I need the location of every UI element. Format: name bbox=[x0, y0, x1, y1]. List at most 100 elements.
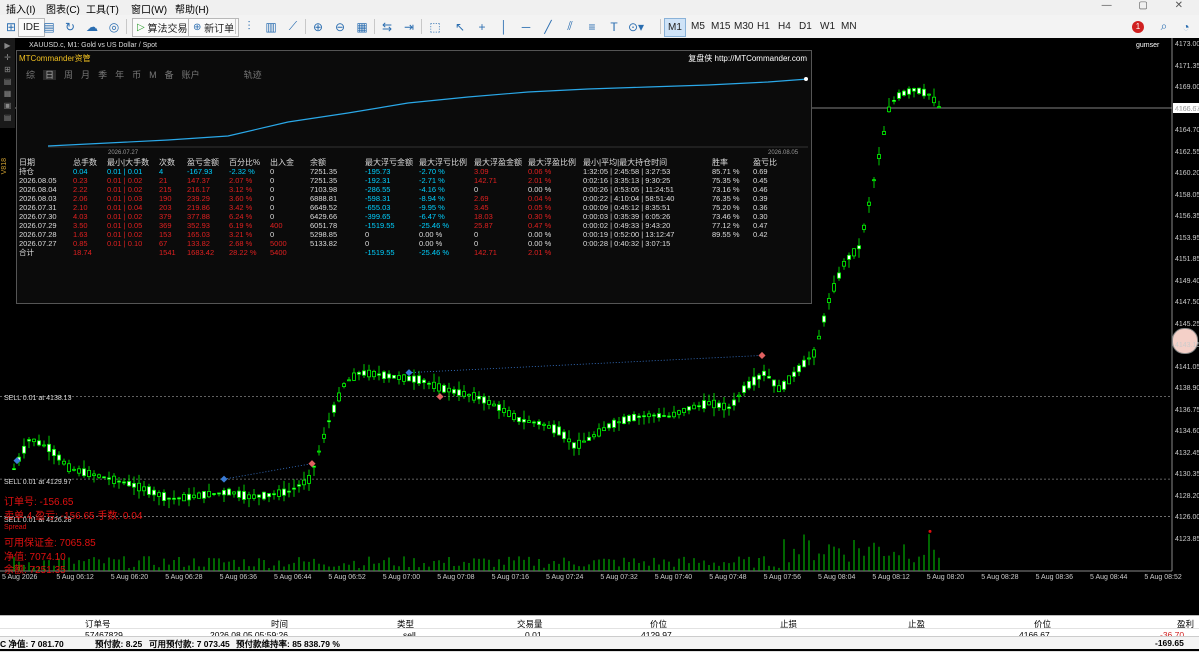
menu-help[interactable]: 帮助(H) bbox=[175, 1, 209, 16]
tf-mn[interactable]: MN bbox=[838, 18, 860, 35]
cursor-icon[interactable]: ↖ bbox=[451, 18, 469, 35]
horizontal-line-icon[interactable]: ─ bbox=[517, 18, 535, 35]
tf-h1[interactable]: H1 bbox=[754, 18, 773, 35]
autoscroll-icon[interactable]: ⇆ bbox=[378, 18, 396, 35]
mtc-brand[interactable]: 复盘侠 http://MTCommander.com bbox=[688, 53, 807, 64]
trend-line-icon[interactable]: ╱ bbox=[539, 18, 557, 35]
notification-icon[interactable]: 1 bbox=[1128, 18, 1148, 35]
mtc-cell: 190 bbox=[159, 194, 172, 203]
globe-icon[interactable]: ◎ bbox=[105, 18, 123, 35]
menu-chart[interactable]: 图表(C) bbox=[46, 1, 80, 16]
line-chart-icon[interactable]: ⟋ bbox=[284, 18, 302, 35]
trade-connector bbox=[223, 463, 313, 480]
candle-body bbox=[732, 399, 736, 406]
indicator-tag: V818 bbox=[1, 158, 8, 175]
mtc-cell: 6888.81 bbox=[310, 194, 338, 203]
order-line-label[interactable]: SELL 0.01 at 4138.13 bbox=[4, 395, 71, 402]
mtc-row: 合计 18.74 1541 1683.42 28.22 % 5400 -1519.55 -25… bbox=[19, 248, 783, 257]
mtc-cell: 1683.42 bbox=[187, 248, 215, 257]
tf-d1[interactable]: D1 bbox=[796, 18, 815, 35]
candle-body bbox=[562, 431, 566, 440]
window-controls[interactable]: — ▢ ✕ bbox=[1102, 0, 1195, 11]
fibonacci-icon[interactable]: ≡ bbox=[583, 18, 601, 35]
candle-body bbox=[512, 412, 516, 421]
mtc-cell: 0.23 bbox=[73, 176, 88, 185]
time-axis-label: 5 Aug 06:44 bbox=[274, 574, 312, 581]
new-order-button[interactable]: ⊕ 新订单 bbox=[188, 18, 240, 37]
cloud-icon[interactable]: ☁ bbox=[83, 18, 101, 35]
menu-tools[interactable]: 工具(T) bbox=[86, 1, 119, 16]
zoom-in-icon[interactable]: ⊕ bbox=[309, 18, 327, 35]
mtc-cell: 0 bbox=[270, 203, 275, 212]
tf-m1[interactable]: M1 bbox=[664, 18, 686, 37]
tf-w1[interactable]: W1 bbox=[817, 18, 838, 35]
tf-m5[interactable]: M5 bbox=[688, 18, 708, 35]
mtc-cell: 7251.35 bbox=[310, 167, 338, 176]
mtc-cell bbox=[753, 239, 783, 248]
candle-body bbox=[382, 371, 386, 380]
mtc-cell: 0.39 bbox=[753, 194, 768, 203]
candle-icon[interactable]: ▥ bbox=[262, 18, 280, 35]
candle-body bbox=[917, 87, 921, 94]
shift-icon[interactable]: ⇥ bbox=[400, 18, 418, 35]
curve-end-date: 2026.08.05 bbox=[768, 150, 799, 156]
price-axis-label: 4162.55 bbox=[1175, 148, 1199, 156]
mtc-cell: 0.00 % bbox=[419, 230, 443, 239]
tf-m30[interactable]: M30 bbox=[731, 18, 756, 35]
folder-icon[interactable]: ▤ bbox=[40, 18, 58, 35]
candle-body bbox=[662, 415, 666, 417]
candle-body bbox=[902, 90, 906, 96]
mtc-cell: 2.22 bbox=[73, 185, 88, 194]
user-icon[interactable]: ◔ bbox=[1177, 18, 1195, 35]
mtc-cell: 2.01 % bbox=[528, 248, 552, 257]
mtc-cell: 0.00 % bbox=[528, 230, 552, 239]
text-icon[interactable]: T bbox=[605, 18, 623, 35]
refresh-icon[interactable]: ↻ bbox=[61, 18, 79, 35]
mtc-cell: 3.60 % bbox=[229, 194, 253, 203]
candle-body bbox=[147, 486, 151, 495]
mtc-cell: 153 bbox=[159, 230, 172, 239]
shapes-icon[interactable]: ⊙▾ bbox=[627, 18, 645, 35]
avatar[interactable] bbox=[1172, 328, 1198, 354]
candle-body bbox=[137, 482, 141, 492]
menu-insert[interactable]: 插入(I) bbox=[6, 1, 35, 16]
tf-h4[interactable]: H4 bbox=[775, 18, 794, 35]
menu-window[interactable]: 窗口(W) bbox=[131, 1, 167, 16]
zoom-out-icon[interactable]: ⊖ bbox=[331, 18, 349, 35]
mtc-cell: 0.47 bbox=[753, 221, 768, 230]
time-axis-label: 5 Aug 2026 bbox=[2, 574, 38, 581]
crosshair-icon[interactable]: + bbox=[473, 18, 491, 35]
play-icon: ▷ bbox=[137, 22, 148, 33]
candle-body bbox=[152, 489, 156, 496]
order-line-label[interactable]: SELL 0.01 at 4129.97 bbox=[4, 479, 71, 486]
mtc-cell: 0.01 | 0.05 bbox=[107, 221, 143, 230]
candle-body bbox=[417, 375, 421, 384]
candle-body bbox=[482, 396, 486, 404]
mtc-tab[interactable]: 综 bbox=[26, 70, 35, 80]
price-axis-label: 4126.00 bbox=[1175, 514, 1199, 521]
screenshot-icon[interactable]: ⬚ bbox=[426, 18, 444, 35]
search-icon[interactable]: ⌕ bbox=[1155, 18, 1173, 35]
grid-icon[interactable]: ▦ bbox=[353, 18, 371, 35]
price-axis-label: 4145.25 bbox=[1175, 320, 1199, 328]
mtc-cell bbox=[753, 248, 783, 257]
mtc-cell: 6.24 % bbox=[229, 212, 253, 221]
mtc-cell: 73.46 % bbox=[712, 212, 740, 221]
candle-body bbox=[377, 373, 381, 376]
side-tools-icon[interactable]: ▶ ✛ ⊞ ▤ ▦ ▣ ▤ bbox=[0, 40, 15, 124]
mtc-cell: 0.85 bbox=[73, 239, 88, 248]
candle-body bbox=[402, 374, 406, 382]
algo-trading-button[interactable]: ▷ 算法交易 bbox=[132, 18, 193, 37]
candle-body bbox=[722, 402, 726, 411]
mtc-cell: -1519.55 bbox=[365, 248, 395, 257]
bar-chart-icon[interactable]: ⫶ bbox=[240, 18, 258, 35]
mtc-stats-panel[interactable]: MTCommander资管 复盘侠 http://MTCommander.com… bbox=[16, 50, 812, 304]
vertical-line-icon[interactable]: │ bbox=[495, 18, 513, 35]
tf-m15[interactable]: M15 bbox=[708, 18, 733, 35]
spread-dot bbox=[928, 529, 932, 533]
time-axis-label: 5 Aug 08:20 bbox=[926, 574, 965, 581]
mtc-row: 2026.07.29 3.50 0.01 | 0.05 369 352.93 6.19 %… bbox=[19, 221, 783, 230]
chart-area[interactable]: 4166.67 ▶ ✛ ⊞ ▤ ▦ ▣ ▤ XAUUSD.c, M1: Gold vs US… bbox=[0, 38, 1199, 615]
candle-body bbox=[587, 436, 591, 441]
channel-icon[interactable]: ⫽ bbox=[561, 18, 579, 35]
